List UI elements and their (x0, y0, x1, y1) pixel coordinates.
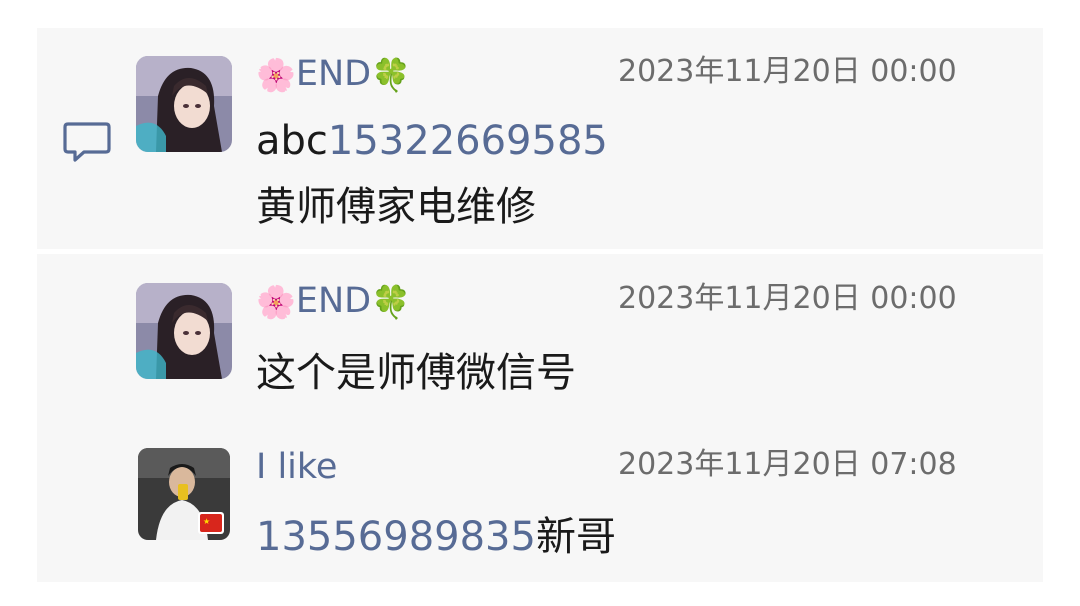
comment-suffix: 新哥 (535, 514, 616, 560)
username-text: END (295, 281, 372, 321)
avatar[interactable]: ★ (138, 448, 230, 540)
svg-text:★: ★ (203, 517, 210, 526)
comment-text: 13556989835新哥 (256, 514, 616, 560)
username[interactable]: 🌸END🍀 (256, 281, 411, 322)
comment-prefix: abc (256, 118, 328, 164)
timestamp: 2023年11月20日 07:08 (618, 447, 957, 482)
clover-icon: 🍀 (371, 283, 411, 321)
flower-icon: 🌸 (256, 56, 296, 94)
flower-icon: 🌸 (256, 283, 296, 321)
phone-link[interactable]: 13556989835 (256, 514, 536, 560)
timestamp: 2023年11月20日 00:00 (618, 281, 957, 316)
comment-text: abc15322669585 (256, 118, 608, 164)
avatar[interactable] (136, 283, 232, 379)
divider (37, 249, 1043, 254)
username-text: END (295, 54, 372, 94)
username[interactable]: I like (256, 447, 337, 487)
timestamp: 2023年11月20日 00:00 (618, 54, 957, 89)
comment-text: 这个是师傅微信号 (256, 350, 576, 396)
comment-text-line2: 黄师傅家电维修 (256, 184, 536, 230)
comment-bubble-icon[interactable] (62, 121, 112, 163)
avatar[interactable] (136, 56, 232, 152)
clover-icon: 🍀 (371, 56, 411, 94)
phone-link[interactable]: 15322669585 (328, 118, 608, 164)
username[interactable]: 🌸END🍀 (256, 54, 411, 95)
